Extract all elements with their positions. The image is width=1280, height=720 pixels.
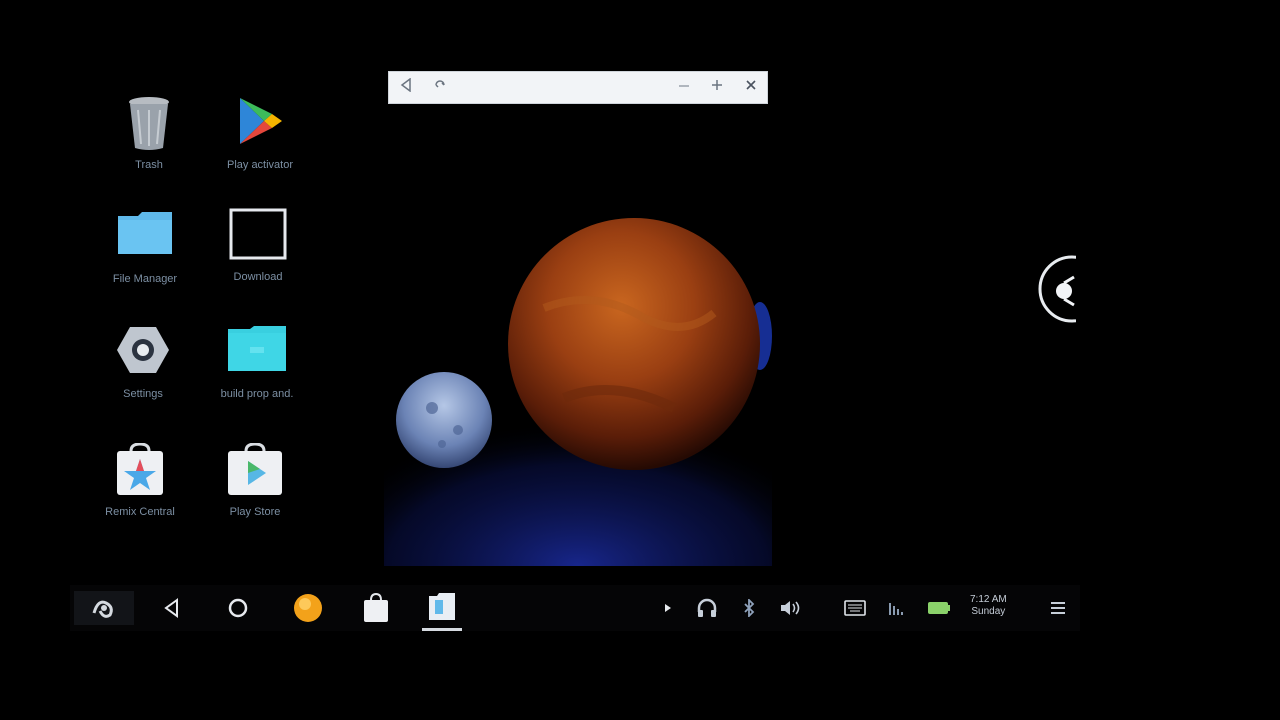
play-logo-icon	[236, 96, 284, 151]
download-folder-icon	[229, 208, 287, 265]
headphones-icon[interactable]	[694, 595, 720, 621]
clock-day: Sunday	[971, 606, 1006, 617]
notifications-icon[interactable]	[1046, 595, 1070, 621]
icon-label: Download	[233, 271, 283, 283]
window-title-bar[interactable]	[388, 71, 768, 104]
close-icon[interactable]	[745, 78, 757, 98]
desktop-icon-settings[interactable]: Settings	[88, 325, 198, 425]
start-menu-icon[interactable]	[74, 591, 134, 625]
desktop-icon-build-prop[interactable]: build prop and.	[202, 325, 312, 425]
taskbar	[70, 585, 1080, 631]
icon-label: File Manager	[112, 273, 178, 285]
active-app-icon[interactable]	[422, 591, 462, 631]
app-icon	[226, 325, 288, 378]
minimize-icon[interactable]	[678, 78, 690, 98]
rotate-icon[interactable]	[433, 78, 447, 98]
wifi-icon[interactable]	[886, 595, 908, 621]
trash-icon	[127, 96, 171, 155]
clock-time: 7:12 AM	[970, 594, 1007, 605]
play-store-icon	[226, 442, 284, 502]
maximize-icon[interactable]	[711, 78, 723, 98]
clock[interactable]: 7:12 AM Sunday	[970, 594, 1007, 618]
back-icon[interactable]	[400, 77, 412, 98]
desktop-icon-file-manager[interactable]: File Manager	[90, 210, 200, 310]
floating-assist-button[interactable]	[1036, 255, 1106, 323]
desktop-icon-download[interactable]: Download	[203, 208, 313, 308]
gear-icon	[116, 325, 170, 380]
icon-label: Play Store	[229, 506, 281, 518]
icon-label: build prop and.	[220, 388, 294, 400]
keyboard-icon[interactable]	[842, 595, 868, 621]
planet-wallpaper	[384, 108, 772, 566]
desktop-icon-trash[interactable]: Trash	[94, 96, 204, 196]
battery-icon[interactable]	[926, 595, 952, 621]
active-indicator	[422, 628, 462, 631]
remix-central-icon	[115, 442, 165, 502]
icon-label: Play activator	[226, 159, 294, 171]
back-icon[interactable]	[152, 591, 192, 625]
icon-label: Trash	[135, 159, 163, 171]
desktop-icon-remix-central[interactable]: Remix Central	[85, 442, 195, 543]
icon-label: Settings	[123, 388, 163, 400]
folder-icon	[116, 210, 174, 261]
volume-icon[interactable]	[778, 595, 804, 621]
orange-app-icon[interactable]	[288, 591, 328, 625]
bluetooth-icon[interactable]	[740, 595, 758, 621]
icon-label: Remix Central	[105, 506, 175, 518]
home-icon[interactable]	[218, 591, 258, 625]
desktop-icon-play-activator[interactable]: Play activator	[205, 96, 315, 196]
arrow-icon[interactable]	[660, 595, 676, 621]
shopping-bag-icon[interactable]	[356, 591, 396, 625]
desktop-icon-play-store[interactable]: Play Store	[200, 442, 310, 543]
